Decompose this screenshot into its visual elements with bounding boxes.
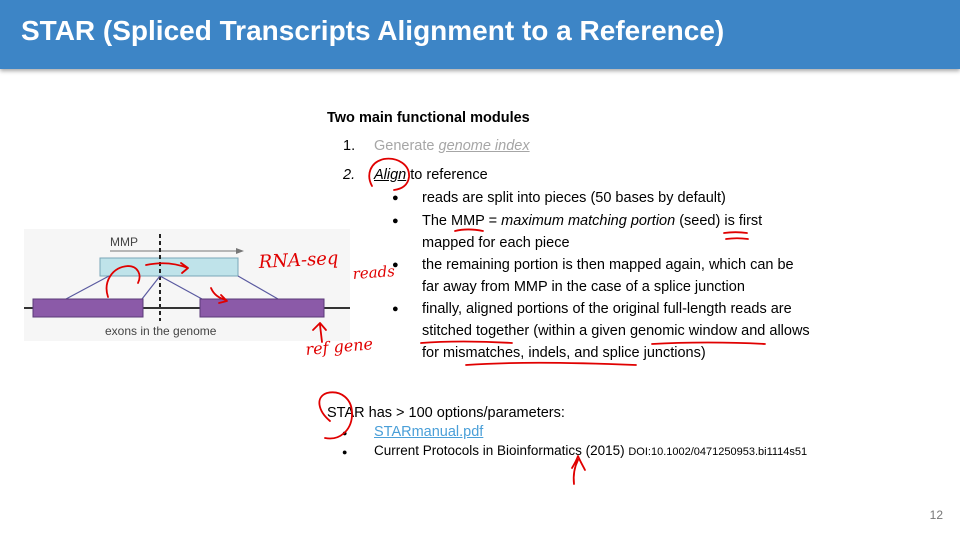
bullet-finally-line3: for mismatches, indels, and splice junct… (422, 345, 706, 361)
exon-right (199, 298, 325, 318)
bullet-reads-split: reads are split into pieces (50 bases by… (422, 190, 726, 206)
bullet-finally-line2: stitched together (within a given genomi… (422, 323, 810, 339)
align-word: Align (374, 167, 407, 183)
read-bar (99, 257, 239, 277)
bullet-dot: ● (342, 447, 348, 457)
bullet-dot: ● (392, 303, 399, 315)
bullet-dot: ● (392, 192, 399, 204)
list-item-generate-index: Generate genome index (374, 135, 530, 157)
reference-citation: Current Protocols in Bioinformatics (201… (374, 443, 808, 458)
genome-index-link[interactable]: genome index (439, 138, 530, 154)
bullet-remaining-line1: the remaining portion is then mapped aga… (422, 257, 794, 273)
ink-seed-mark (723, 231, 749, 240)
slide-title: STAR (Spliced Transcripts Alignment to a… (21, 15, 725, 46)
modules-heading: Two main functional modules (327, 110, 530, 126)
page-number: 12 (929, 508, 943, 522)
title-bar: STAR (Spliced Transcripts Alignment to a… (0, 0, 960, 69)
bullet-finally-line1: finally, aligned portions of the origina… (422, 301, 792, 317)
generate-label: Generate (374, 138, 439, 154)
list-number-2: 2. (343, 167, 356, 183)
bullet-remaining-line2: far away from MMP in the case of a splic… (422, 279, 745, 295)
bullet-dot: ● (392, 259, 399, 271)
bullet-mmp: The MMP = maximum matching portion (seed… (422, 213, 763, 229)
bullet-dot: ● (392, 215, 399, 227)
list-number-1: 1. (343, 138, 356, 154)
align-rest: to reference (406, 167, 488, 183)
mmp-label: MMP (110, 235, 138, 249)
exons-label: exons in the genome (105, 324, 217, 338)
ink-label-reads: reads (352, 262, 396, 283)
bullet-dot: ● (342, 428, 348, 438)
list-item-align: Align to reference (374, 164, 488, 186)
alignment-diagram: MMP exons in the genome (24, 229, 350, 341)
exon-left (32, 298, 144, 318)
bullet-mmp-line2: mapped for each piece (422, 235, 570, 251)
